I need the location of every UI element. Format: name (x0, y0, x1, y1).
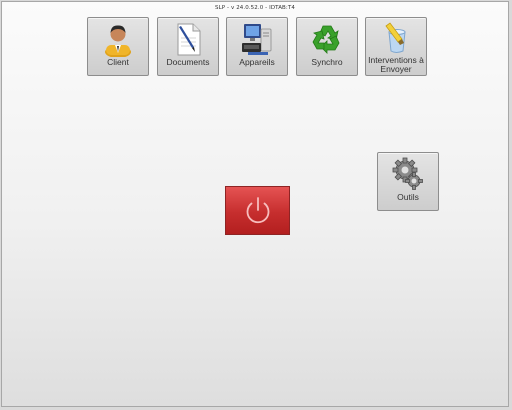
appareils-button[interactable]: Appareils (226, 17, 288, 76)
interventions-label-line2: Envoyer (380, 64, 412, 74)
client-label: Client (107, 57, 129, 67)
app-window: SLP - v 24.0.52.0 - IDTAB:T4 Client Docu… (1, 1, 509, 407)
recycle-icon (312, 25, 340, 54)
power-icon (246, 197, 270, 224)
client-button[interactable]: Client (87, 17, 149, 76)
document-pen-icon (177, 23, 201, 56)
outils-label: Outils (397, 192, 419, 202)
computer-icon (242, 24, 272, 55)
power-button[interactable] (225, 186, 290, 235)
documents-button[interactable]: Documents (157, 17, 219, 76)
synchro-button[interactable]: Synchro (296, 17, 358, 76)
interventions-a-envoyer-button[interactable]: Interventions à Envoyer (365, 17, 427, 76)
person-icon (105, 25, 131, 57)
synchro-label: Synchro (311, 57, 343, 67)
appareils-label: Appareils (239, 57, 275, 67)
paint-bucket-icon (385, 22, 406, 53)
documents-label: Documents (166, 57, 210, 67)
window-title: SLP - v 24.0.52.0 - IDTAB:T4 (215, 5, 295, 11)
gear-icon (392, 157, 423, 190)
outils-button[interactable]: Outils (377, 152, 439, 211)
